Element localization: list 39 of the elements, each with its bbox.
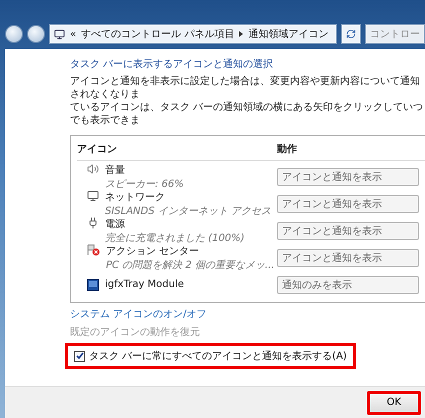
forward-button[interactable] xyxy=(27,25,45,43)
checkbox-label: タスク バーに常にすべてのアイコンと通知を表示する(A) xyxy=(89,350,347,363)
page-heading: タスク バーに表示するアイコンと通知の選択 xyxy=(70,58,274,71)
plug-icon xyxy=(87,217,99,229)
behavior-dropdown[interactable]: 通知のみを表示 xyxy=(277,276,419,294)
monitor-icon xyxy=(87,190,99,202)
computer-icon xyxy=(54,28,65,40)
behavior-dropdown[interactable]: アイコンと通知を表示 xyxy=(277,222,419,240)
checkbox[interactable] xyxy=(74,350,85,362)
breadcrumb[interactable]: すべてのコントロール パネル項目 xyxy=(81,27,234,41)
refresh-icon xyxy=(346,29,356,39)
overflow-marker[interactable]: « xyxy=(70,28,76,40)
icon-name: ネットワーク xyxy=(105,191,166,204)
display-adapter-icon xyxy=(87,278,99,290)
description-text: ているアイコンは、タスク バーの通知領域の横にある矢印をクリックしていつでも表示できま xyxy=(70,101,424,127)
chevron-icon xyxy=(239,31,244,37)
icon-status: PC の問題を解決 2 個の重要なメッ... xyxy=(106,258,274,272)
address-bar[interactable]: « すべてのコントロール パネル項目 通知領域アイコン xyxy=(49,24,337,44)
link[interactable]: システム アイコンのオン/オフ xyxy=(70,307,207,321)
search-field[interactable]: コントロー xyxy=(365,24,425,44)
column-header: 動作 xyxy=(277,142,298,156)
icon-name: igfxTray Module xyxy=(105,278,184,290)
ok-button[interactable]: OK xyxy=(367,390,421,414)
refresh-button[interactable] xyxy=(341,24,361,44)
back-button[interactable] xyxy=(5,25,23,43)
breadcrumb[interactable]: 通知領域アイコン xyxy=(248,27,328,41)
speaker-icon xyxy=(87,163,99,175)
icon-status: スピーカー: 66% xyxy=(105,178,184,191)
icon-name: 電源 xyxy=(105,218,126,231)
column-header: アイコン xyxy=(77,143,118,156)
icon-name: アクション センター xyxy=(106,245,200,258)
behavior-dropdown[interactable]: アイコンと通知を表示 xyxy=(277,168,419,186)
icon-status: SISLANDS インターネット アクセス xyxy=(105,205,271,218)
behavior-dropdown[interactable]: アイコンと通知を表示 xyxy=(277,249,419,267)
icon-status: 完全に充電されました (100%) xyxy=(105,232,245,245)
description-text: アイコンと通知を非表示に設定した場合は、変更内容や更新内容について通知されなくなりま xyxy=(70,75,421,101)
icon-name: 音量 xyxy=(105,164,126,177)
behavior-dropdown[interactable]: アイコンと通知を表示 xyxy=(277,195,419,213)
flag-error-icon xyxy=(87,244,100,256)
